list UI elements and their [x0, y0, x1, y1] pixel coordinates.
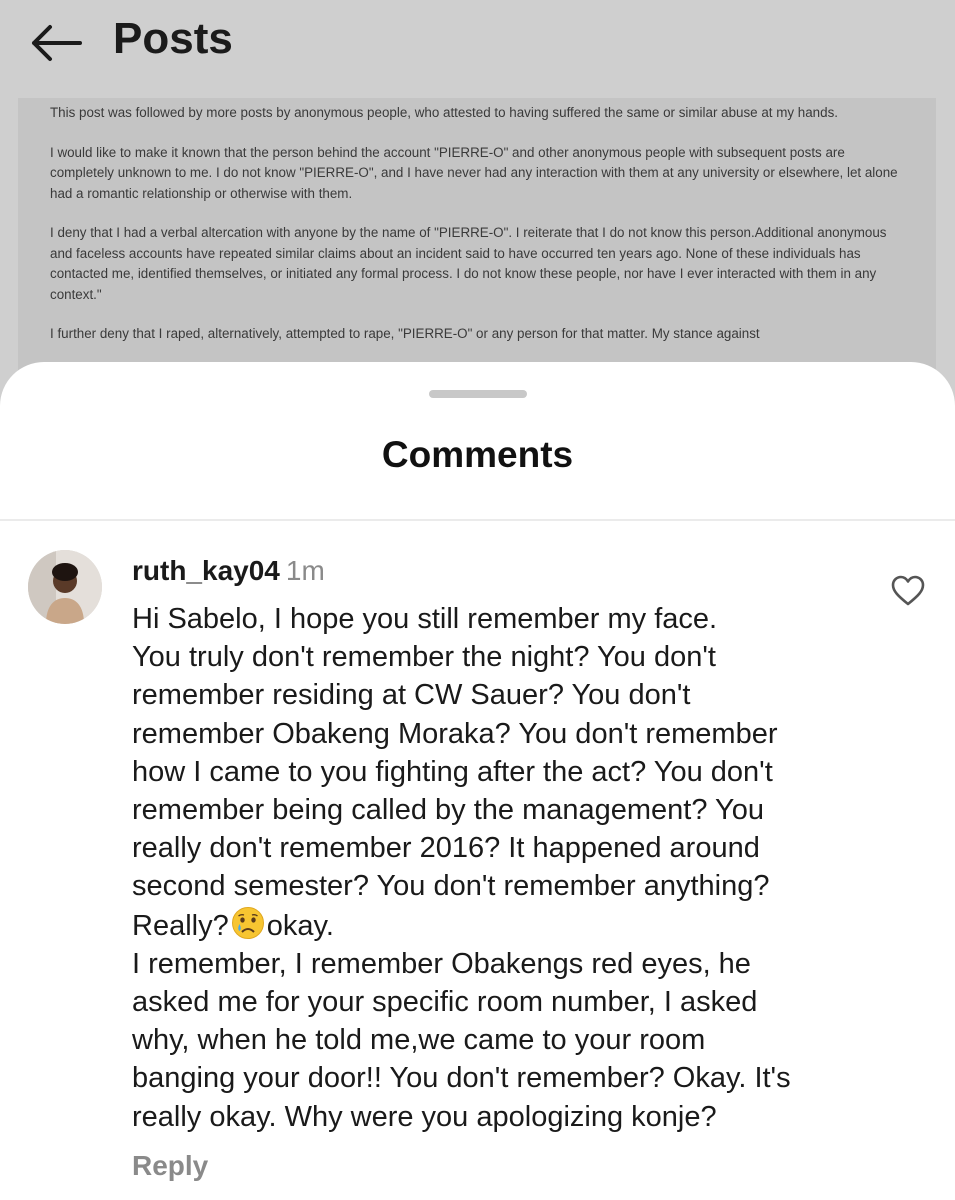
comment-line: remember residing at CW Sauer? You don't: [132, 679, 691, 712]
comments-sheet: Comments ruth_kay04 1m Hi Sabelo, I hope …: [0, 362, 955, 1200]
document-paragraph: I further deny that I raped, alternative…: [50, 326, 760, 341]
post-background: Posts This post was followed by more pos…: [0, 0, 955, 420]
avatar[interactable]: [28, 550, 102, 624]
comment-line: really don't remember 2016? It happened …: [132, 832, 760, 865]
comment-username[interactable]: ruth_kay04: [132, 555, 280, 586]
comment-line: asked me for your specific room number, …: [132, 986, 758, 1019]
document-paragraph: I would like to make it known that the p…: [50, 144, 898, 201]
comment-line: really okay. Why were you apologizing ko…: [132, 1100, 717, 1133]
comment-timestamp: 1m: [285, 555, 325, 586]
comment-line: remember Obakeng Moraka? You don't remem…: [132, 717, 778, 750]
comments-title: Comments: [381, 434, 574, 475]
comment-line: remember being called by the management?…: [132, 794, 764, 827]
top-bar: Posts: [0, 0, 955, 90]
document-paragraph: This post was followed by more posts by …: [50, 105, 838, 120]
comment-line: I remember, I remember Obakengs red eyes…: [132, 947, 751, 980]
like-button[interactable]: [890, 574, 926, 608]
heart-outline-icon: [891, 575, 925, 606]
arrow-left-icon: [32, 25, 82, 61]
page-title: Posts: [113, 14, 233, 63]
comment-line: banging your door!! You don't remember? …: [132, 1062, 791, 1095]
sheet-drag-handle[interactable]: [429, 390, 527, 398]
back-button[interactable]: [26, 20, 86, 66]
crying-face-emoji-icon: [231, 906, 265, 940]
user-photo-icon: [28, 550, 102, 624]
comment-text-fragment: okay.: [266, 909, 334, 942]
post-image-document: This post was followed by more posts by …: [18, 98, 936, 398]
comment-line: Hi Sabelo, I hope you still remember my …: [132, 603, 718, 635]
comment-line-with-emoji: Really? okay.: [132, 906, 892, 945]
comment-header: ruth_kay04 1m: [132, 555, 325, 587]
comment-line: how I came to you fighting after the act…: [132, 755, 773, 788]
comment-line: You truly don't remember the night? You …: [132, 641, 716, 674]
comment-line: why, when he told me,we came to your roo…: [132, 1024, 706, 1057]
comment-body: Hi Sabelo, I hope you still remember my …: [132, 600, 892, 1136]
comment-text-fragment: Really?: [132, 909, 229, 942]
comment-line: second semester? You don't remember anyt…: [132, 870, 770, 903]
document-paragraph: I deny that I had a verbal altercation w…: [50, 225, 887, 302]
divider: [0, 519, 955, 521]
reply-button[interactable]: Reply: [132, 1150, 208, 1182]
